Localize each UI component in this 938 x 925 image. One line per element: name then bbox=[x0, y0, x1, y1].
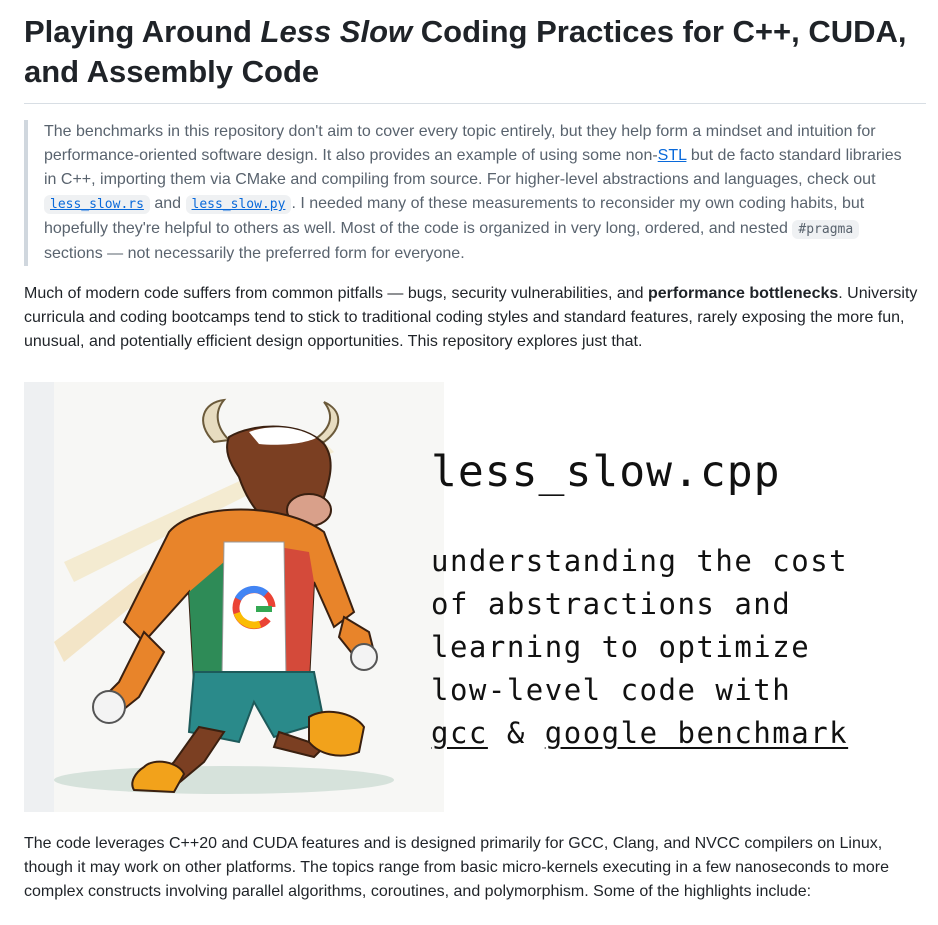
less-slow-py-link[interactable]: less_slow.py bbox=[185, 195, 292, 214]
ampersand: & bbox=[487, 716, 545, 750]
title-part: Playing Around bbox=[24, 14, 261, 49]
quote-text: and bbox=[149, 195, 186, 212]
intro-bold: performance bottlenecks bbox=[647, 285, 839, 302]
gcc-label: gcc bbox=[431, 716, 488, 750]
hero-subtitle-line: of abstractions and bbox=[431, 587, 792, 621]
hero-subtitle-line: low-level code with bbox=[431, 673, 792, 707]
intro-text: Much of modern code suffers from common … bbox=[24, 285, 648, 302]
google-benchmark-label: google benchmark bbox=[544, 716, 849, 750]
title-emphasis: Less Slow bbox=[260, 14, 413, 49]
pragma-code: #pragma bbox=[792, 220, 860, 239]
features-paragraph: The code leverages C++20 and CUDA featur… bbox=[24, 835, 890, 900]
intro-blockquote: The benchmarks in this repository don't … bbox=[24, 120, 906, 266]
hero-subtitle-line: gcc & google benchmark bbox=[431, 712, 848, 755]
readme-content: Playing Around Less Slow Coding Practice… bbox=[0, 0, 938, 904]
hero-banner-image[interactable]: less_slow.cpp understanding the cost of … bbox=[24, 382, 847, 812]
running-bull-illustration bbox=[24, 382, 444, 812]
hero-subtitle-line: learning to optimize bbox=[431, 630, 811, 664]
hero-subtitle: understanding the cost of abstractions a… bbox=[431, 540, 848, 755]
page-title: Playing Around Less Slow Coding Practice… bbox=[24, 0, 926, 104]
stl-link[interactable]: STL bbox=[658, 147, 687, 164]
intro-paragraph: Much of modern code suffers from common … bbox=[24, 282, 922, 354]
less-slow-rs-link[interactable]: less_slow.rs bbox=[44, 195, 150, 214]
hero-subtitle-line: understanding the cost bbox=[431, 544, 849, 578]
quote-text: sections — not necessarily the preferred… bbox=[44, 245, 465, 262]
hero-title: less_slow.cpp bbox=[431, 447, 781, 497]
